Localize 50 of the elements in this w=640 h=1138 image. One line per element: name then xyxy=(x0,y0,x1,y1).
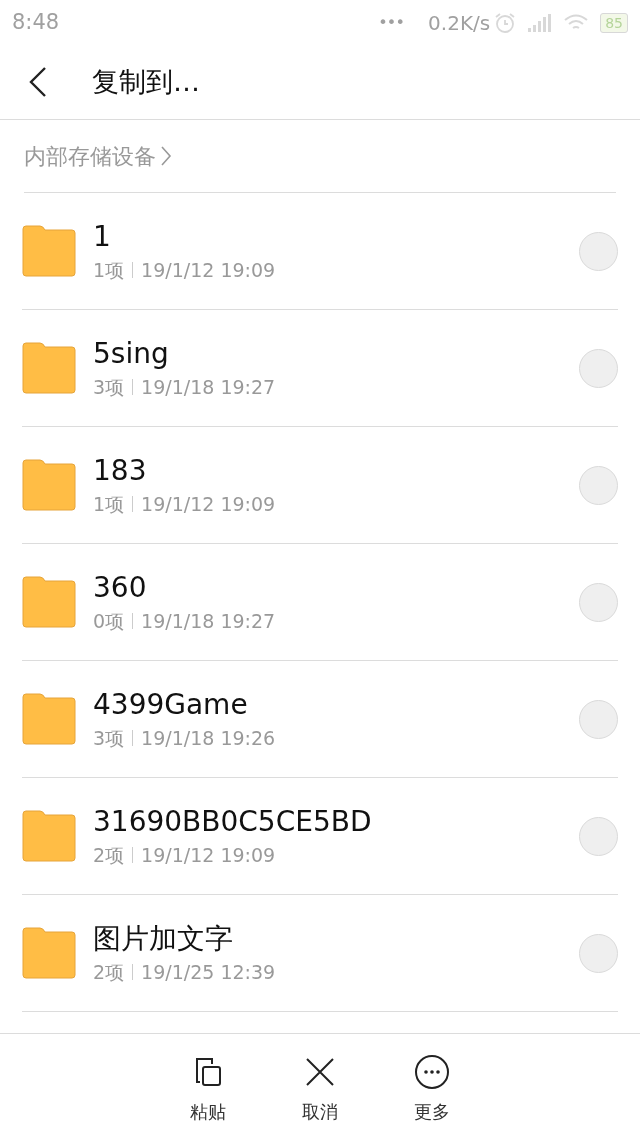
folder-name[interactable]: 4399Game xyxy=(93,690,579,719)
folder-name[interactable]: 图片加文字 xyxy=(93,924,579,953)
notification-dots: ••• xyxy=(378,11,405,34)
folder-name[interactable]: 5sing xyxy=(93,339,579,368)
signal-icon xyxy=(528,13,553,32)
select-radio[interactable] xyxy=(579,231,618,271)
select-radio[interactable] xyxy=(579,582,618,622)
toolbar-button[interactable]: 取消 xyxy=(284,1034,356,1138)
folder-icon xyxy=(22,693,76,745)
select-radio[interactable] xyxy=(579,348,618,388)
status-time: 8:48 xyxy=(12,8,60,36)
folder-name[interactable]: 31690BB0C5CE5BD xyxy=(93,807,579,836)
modified-date: 19/1/18 19:26 xyxy=(141,728,276,748)
battery-indicator: 85 xyxy=(600,12,628,33)
alarm-icon xyxy=(494,11,517,34)
modified-date: 19/1/18 19:27 xyxy=(141,377,276,397)
modified-date: 19/1/12 19:09 xyxy=(141,494,276,514)
folder-icon xyxy=(22,459,76,511)
select-radio[interactable] xyxy=(579,465,618,505)
folder-icon xyxy=(22,810,76,862)
modified-date: 19/1/12 19:09 xyxy=(141,845,276,865)
modified-date: 19/1/25 12:39 xyxy=(141,962,276,982)
folder-icon xyxy=(22,342,76,394)
item-count: 0项 xyxy=(93,611,125,631)
more-icon xyxy=(414,1054,450,1090)
folder-name[interactable]: 1 xyxy=(93,222,579,251)
close-icon xyxy=(304,1056,336,1088)
folder-icon xyxy=(22,927,76,979)
folder-icon xyxy=(22,225,76,277)
toolbar-button[interactable]: 更多 xyxy=(396,1034,468,1138)
modified-date: 19/1/18 19:27 xyxy=(141,611,276,631)
select-radio[interactable] xyxy=(579,933,618,973)
item-count: 3项 xyxy=(93,728,125,748)
select-radio[interactable] xyxy=(579,699,618,739)
item-count: 1项 xyxy=(93,494,125,514)
item-count: 3项 xyxy=(93,377,125,397)
chevron-icon xyxy=(160,145,172,167)
select-radio[interactable] xyxy=(579,816,618,856)
back-icon xyxy=(28,66,48,98)
network-speed: 0.2K/s xyxy=(428,9,491,37)
item-count: 2项 xyxy=(93,845,125,865)
modified-date: 19/1/12 19:09 xyxy=(141,260,276,280)
wifi-icon xyxy=(564,13,589,32)
folder-name[interactable]: 183 xyxy=(93,456,579,485)
folder-name[interactable]: 360 xyxy=(93,573,579,602)
toolbar-button[interactable]: 粘贴 xyxy=(172,1034,244,1138)
folder-icon xyxy=(22,576,76,628)
page-title: 复制到… xyxy=(92,64,200,99)
item-count: 2项 xyxy=(93,962,125,982)
item-count: 1项 xyxy=(93,260,125,280)
